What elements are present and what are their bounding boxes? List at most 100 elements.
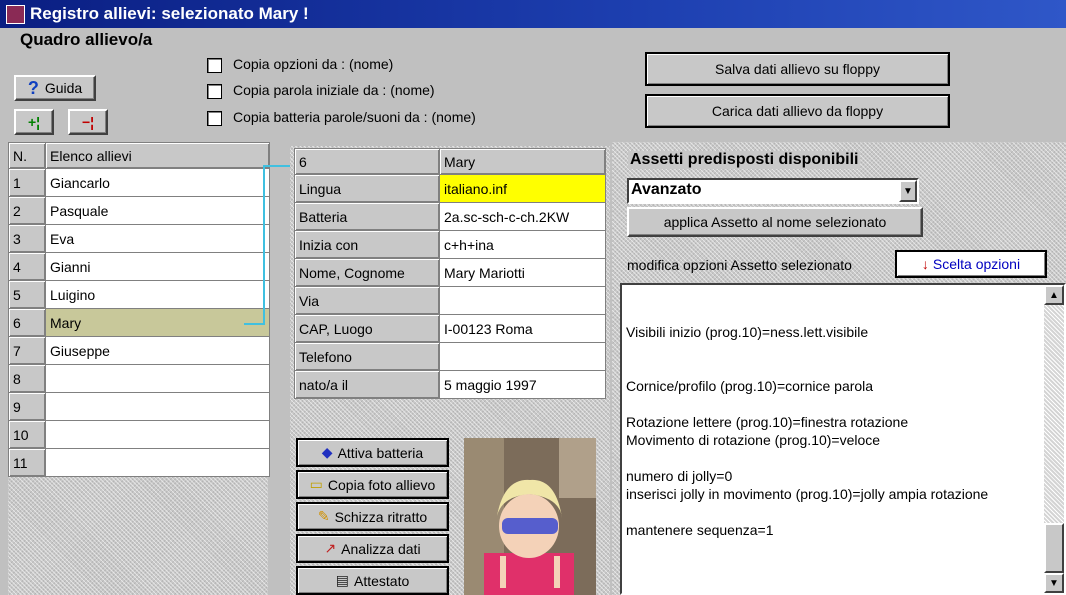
student-row-name[interactable]: Mary	[45, 308, 270, 337]
folder-icon: ▭	[309, 476, 323, 492]
student-row[interactable]: 6 Mary	[8, 308, 270, 337]
remove-icon: −¦	[81, 114, 95, 130]
student-row[interactable]: 4 Gianni	[8, 252, 270, 281]
option-text-line: Movimento di rotazione (prog.10)=veloce	[626, 432, 881, 448]
copy-initial-word-label: Copia parola iniziale da : (nome)	[233, 82, 435, 98]
option-text-line	[622, 287, 1064, 305]
student-row-name[interactable]	[45, 448, 270, 477]
student-row-name[interactable]: Pasquale	[45, 196, 270, 225]
guide-label: Guida	[44, 80, 83, 96]
scroll-down-icon[interactable]: ▼	[1044, 573, 1064, 593]
load-floppy-button[interactable]: Carica dati allievo da floppy	[645, 94, 950, 128]
detail-value[interactable]	[439, 342, 606, 371]
details-header-num: 6	[294, 148, 440, 175]
student-row-number: 8	[8, 364, 46, 393]
attiva-batteria-button[interactable]: ◆ Attiva batteria	[296, 438, 449, 467]
scelta-opzioni-label: Scelta opzioni	[932, 256, 1021, 272]
modify-options-label: modifica opzioni Assetto selezionato	[627, 257, 852, 273]
student-row-name[interactable]	[45, 392, 270, 421]
detail-value[interactable]: Mary Mariotti	[439, 258, 606, 287]
scroll-up-icon[interactable]: ▲	[1044, 285, 1064, 305]
detail-row: nato/a il 5 maggio 1997	[294, 370, 606, 399]
copy-battery-checkbox[interactable]	[207, 111, 222, 126]
detail-row: Nome, Cognome Mary Mariotti	[294, 258, 606, 287]
pencil-icon: ✎	[317, 508, 330, 524]
copy-options-checkbox[interactable]	[207, 58, 222, 73]
detail-value[interactable]: 2a.sc-sch-c-ch.2KW	[439, 202, 606, 231]
student-row-name[interactable]: Eva	[45, 224, 270, 253]
student-row-number: 1	[8, 168, 46, 197]
student-row-number: 7	[8, 336, 46, 365]
details-header-name: Mary	[439, 148, 606, 175]
schizza-ritratto-button[interactable]: ✎ Schizza ritratto	[296, 502, 449, 531]
window-title: Registro allievi: selezionato Mary !	[30, 4, 309, 23]
student-row[interactable]: 8	[8, 364, 270, 393]
option-text-line	[622, 395, 1064, 413]
student-row-number: 9	[8, 392, 46, 421]
action-label: Schizza ritratto	[334, 508, 428, 525]
vertical-scrollbar[interactable]: ▲ ▼	[1044, 285, 1064, 593]
detail-label: Telefono	[294, 342, 440, 371]
attestato-button[interactable]: ▤ Attestato	[296, 566, 449, 595]
student-row-number: 10	[8, 420, 46, 449]
detail-value[interactable]: italiano.inf	[439, 174, 606, 203]
student-row-name[interactable]: Giancarlo	[45, 168, 270, 197]
option-text-line	[622, 359, 1064, 377]
detail-value[interactable]: c+h+ina	[439, 230, 606, 259]
remove-student-button[interactable]: −¦	[68, 109, 108, 135]
detail-label: Batteria	[294, 202, 440, 231]
add-icon: +¦	[27, 114, 41, 130]
student-row-number: 2	[8, 196, 46, 225]
chevron-down-icon[interactable]: ▼	[899, 180, 917, 202]
save-floppy-button[interactable]: Salva dati allievo su floppy	[645, 52, 950, 86]
assetti-title: Assetti predisposti disponibili	[628, 151, 861, 169]
col-name-header: Elenco allievi	[45, 142, 270, 169]
detail-value[interactable]: I-00123 Roma	[439, 314, 606, 343]
certificate-icon: ▤	[335, 572, 349, 588]
action-label: Copia foto allievo	[327, 476, 436, 493]
copia-foto-allievo-button[interactable]: ▭ Copia foto allievo	[296, 470, 449, 499]
student-row-name[interactable]: Luigino	[45, 280, 270, 309]
detail-label: Inizia con	[294, 230, 440, 259]
detail-label: Nome, Cognome	[294, 258, 440, 287]
scelta-opzioni-button[interactable]: ↓ Scelta opzioni	[895, 250, 1047, 278]
scroll-thumb[interactable]	[1044, 523, 1064, 573]
details-table: 6 Mary Lingua italiano.inf Batteria 2a.sc-s…	[294, 148, 606, 399]
action-label: Attiva batteria	[337, 444, 424, 461]
assetti-options-text[interactable]: Visibili inizio (prog.10)=ness.lett.visi…	[620, 283, 1066, 595]
student-row[interactable]: 9	[8, 392, 270, 421]
student-row[interactable]: 3 Eva	[8, 224, 270, 253]
student-row-number: 5	[8, 280, 46, 309]
analizza-dati-button[interactable]: ↗ Analizza dati	[296, 534, 449, 563]
detail-label: nato/a il	[294, 370, 440, 399]
student-row-name[interactable]: Giuseppe	[45, 336, 270, 365]
detail-row: CAP, Luogo I-00123 Roma	[294, 314, 606, 343]
student-row[interactable]: 5 Luigino	[8, 280, 270, 309]
student-row[interactable]: 7 Giuseppe	[8, 336, 270, 365]
student-row[interactable]: 2 Pasquale	[8, 196, 270, 225]
option-text-line: inserisci jolly in movimento (prog.10)=j…	[626, 486, 989, 502]
add-student-button[interactable]: +¦	[14, 109, 54, 135]
student-row-name[interactable]: Gianni	[45, 252, 270, 281]
detail-label: Via	[294, 286, 440, 315]
student-row[interactable]: 11	[8, 448, 270, 477]
copy-initial-word-checkbox[interactable]	[207, 84, 222, 99]
option-text-line: Rotazione lettere (prog.10)=finestra rot…	[626, 414, 909, 430]
student-row-name[interactable]	[45, 420, 270, 449]
detail-row: Inizia con c+h+ina	[294, 230, 606, 259]
student-row[interactable]: 1 Giancarlo	[8, 168, 270, 197]
apply-assetto-button[interactable]: applica Assetto al nome selezionato	[627, 207, 923, 237]
detail-value[interactable]	[439, 286, 606, 315]
student-row-number: 11	[8, 448, 46, 477]
student-row-number: 6	[8, 308, 46, 337]
student-row-name[interactable]	[45, 364, 270, 393]
detail-value[interactable]: 5 maggio 1997	[439, 370, 606, 399]
action-label: Attestato	[353, 572, 410, 589]
detail-row: Batteria 2a.sc-sch-c-ch.2KW	[294, 202, 606, 231]
assetti-select[interactable]: Avanzato ▼	[627, 178, 919, 204]
guide-button[interactable]: ? Guida	[14, 75, 96, 101]
student-row[interactable]: 10	[8, 420, 270, 449]
student-photo	[464, 438, 596, 595]
detail-label: Lingua	[294, 174, 440, 203]
option-text-line	[622, 449, 1064, 467]
